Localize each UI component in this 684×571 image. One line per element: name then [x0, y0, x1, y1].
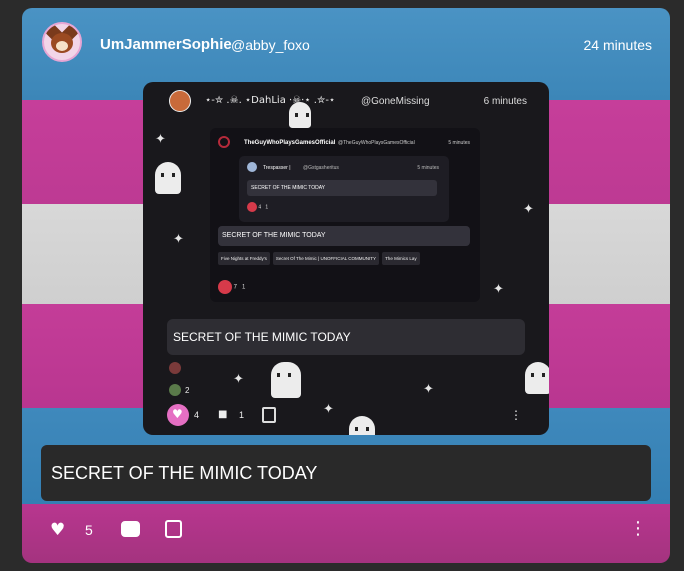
nested-username: Trespasser |: [263, 165, 291, 171]
star-decoration: ✦: [423, 382, 434, 397]
avatar[interactable]: [42, 22, 82, 62]
embed-small-count: 2: [185, 386, 190, 395]
inner-tags: Five Nights at Freddy's Secret Of The Mim…: [218, 252, 474, 265]
inner-comments: 1: [242, 284, 246, 291]
inner-post: TheGuyWhoPlaysGamesOfficial @TheGuyWhoPl…: [210, 128, 480, 302]
tag: The Mimics Lay: [382, 252, 420, 265]
nested-text: SECRET OF THE MIMIC TODAY: [247, 180, 437, 196]
inner-likes: 7: [233, 284, 238, 291]
nested-avatar: [247, 162, 257, 172]
post-actions: ♥ 5 ⋮: [22, 504, 670, 563]
comment-button[interactable]: [121, 521, 140, 537]
star-decoration: ✦: [523, 202, 534, 217]
nested-time: 5 minutes: [417, 165, 439, 171]
reblog-icon: [262, 407, 276, 423]
embed-username: ⋆-✮ .☠. ⋆DahLia ⋅☠⋅⋆ .✮-⋆: [205, 95, 336, 106]
ghost-decoration: [349, 416, 375, 435]
nested-post: Trespasser | @Gstgasheritus 5 minutes SE…: [239, 156, 449, 222]
embed-time: 6 minutes: [483, 96, 527, 107]
inner-time: 5 minutes: [448, 140, 470, 146]
embed-small-avatar: [169, 384, 181, 396]
inner-username: TheGuyWhoPlaysGamesOfficial: [244, 140, 336, 146]
nested-actions: 4 1: [247, 202, 268, 212]
heart-icon: [218, 280, 232, 294]
inner-actions: 7 1: [218, 280, 245, 294]
inner-avatar: [218, 136, 230, 148]
username[interactable]: UmJammerSophie: [100, 36, 232, 53]
nested-likes: 4: [258, 204, 262, 211]
post-card: UmJammerSophie @abby_foxo 24 minutes ✦ ✦…: [22, 8, 670, 563]
ghost-decoration: [525, 362, 549, 394]
tag: Secret Of The Mimic | UNOFFICIAL COMMUNI…: [272, 252, 380, 265]
user-handle[interactable]: @abby_foxo: [231, 37, 310, 53]
tag: Five Nights at Freddy's: [218, 252, 270, 265]
star-decoration: ✦: [233, 372, 244, 387]
embed-likes: 4: [194, 410, 200, 420]
ghost-decoration: [271, 362, 301, 398]
comment-icon: ■: [218, 409, 228, 420]
reblog-button[interactable]: [165, 520, 182, 538]
embed-handle: @GoneMissing: [361, 96, 430, 107]
embed-text: SECRET OF THE MIMIC TODAY: [167, 319, 525, 355]
embed-avatar: [169, 90, 191, 112]
inner-text: SECRET OF THE MIMIC TODAY: [218, 226, 470, 246]
avatar-cheek: [56, 41, 68, 51]
nested-comments: 1: [265, 204, 269, 211]
embed-comments: 1: [239, 410, 245, 420]
post-time: 24 minutes: [583, 37, 652, 53]
star-decoration: ✦: [493, 282, 504, 297]
heart-icon: [247, 202, 257, 212]
like-button[interactable]: ♥: [50, 520, 65, 540]
heart-glyph: ♥: [172, 407, 183, 421]
star-decoration: ✦: [323, 402, 334, 417]
post-header: UmJammerSophie @abby_foxo 24 minutes: [22, 8, 670, 78]
embed-small-avatar: [169, 362, 181, 374]
post-caption: SECRET OF THE MIMIC TODAY: [41, 445, 651, 501]
embedded-screenshot[interactable]: ✦ ✦ ✦ ✦ ✦ ✦ ✦ ✦ ⋆-✮ .☠. ⋆DahLia ⋅☠⋅⋆ .✮-…: [143, 82, 549, 435]
like-count: 5: [85, 522, 93, 538]
star-decoration: ✦: [155, 132, 166, 147]
inner-handle: @TheGuyWhoPlaysGamesOfficial: [338, 140, 415, 146]
more-options-button[interactable]: ⋮: [629, 518, 647, 539]
ghost-decoration: [155, 162, 181, 194]
star-decoration: ✦: [173, 232, 184, 247]
nested-handle: @Gstgasheritus: [303, 165, 339, 171]
more-icon: ⋮: [510, 408, 522, 422]
